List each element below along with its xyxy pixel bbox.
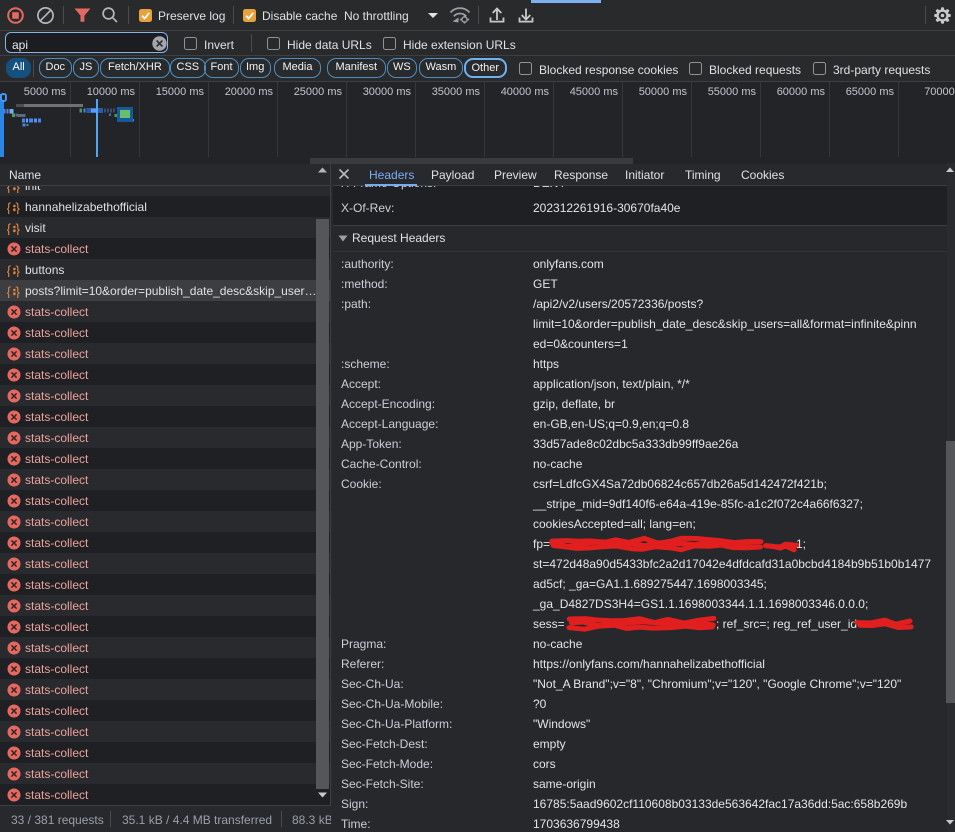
svg-text:{: { xyxy=(7,186,12,193)
svg-text:}: } xyxy=(16,186,21,193)
svg-text:{: { xyxy=(7,284,12,298)
svg-text:}: } xyxy=(16,200,21,214)
svg-text:}: } xyxy=(16,221,21,235)
svg-text:{: { xyxy=(7,221,12,235)
svg-text:{: { xyxy=(7,200,12,214)
svg-text:}: } xyxy=(16,284,21,298)
svg-text:{: { xyxy=(7,263,12,277)
svg-text:}: } xyxy=(16,263,21,277)
